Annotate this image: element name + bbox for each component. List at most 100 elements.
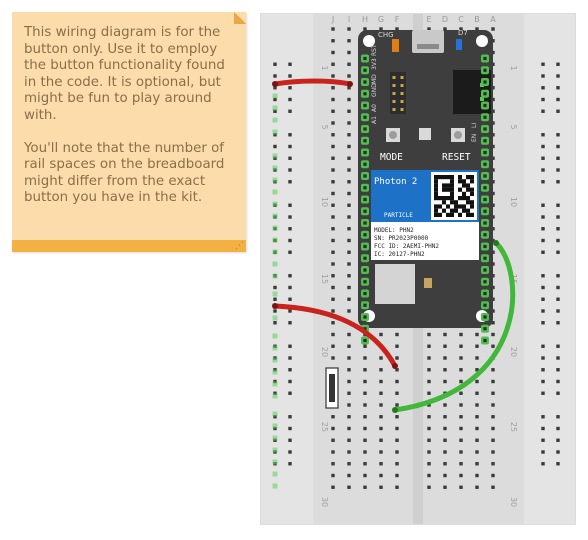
pin-label: A1 xyxy=(371,116,378,124)
rail-hole xyxy=(288,144,292,149)
header-pin-hole xyxy=(483,162,487,166)
rail-hole xyxy=(556,274,560,278)
row-number: 25 xyxy=(320,422,329,432)
breadboard-hole xyxy=(379,391,383,395)
breadboard-hole xyxy=(459,368,463,372)
rail-hole xyxy=(556,321,560,325)
breadboard-hole xyxy=(347,50,351,55)
breadboard-hole xyxy=(347,156,351,160)
mount-hole-top-right xyxy=(476,35,488,47)
qr-module xyxy=(462,204,466,209)
breadboard-hole xyxy=(379,379,383,384)
rail-hole-highlight xyxy=(272,261,278,267)
breadboard-hole xyxy=(331,50,335,55)
rail-hole xyxy=(288,415,292,419)
qr-module xyxy=(462,191,466,196)
breadboard-hole xyxy=(443,403,447,407)
breadboard-hole xyxy=(331,297,335,301)
rail-hole-highlight xyxy=(272,345,278,351)
breadboard-hole xyxy=(331,156,335,160)
rail-hole xyxy=(288,274,292,278)
rail-hole-highlight xyxy=(272,483,278,489)
mode-button-cap[interactable] xyxy=(389,131,397,139)
breadboard-hole xyxy=(379,462,383,466)
breadboard-hole xyxy=(347,238,351,243)
pushbutton-actuator[interactable] xyxy=(329,374,335,402)
breadboard-hole xyxy=(331,215,335,219)
rail-hole-highlight xyxy=(272,105,278,111)
debug-pin xyxy=(392,108,396,111)
header-pin-hole xyxy=(483,150,487,155)
breadboard-hole xyxy=(379,473,383,478)
rail-hole xyxy=(556,344,560,348)
breadboard-hole xyxy=(331,227,335,231)
breadboard-hole xyxy=(331,415,335,419)
breadboard-hole xyxy=(363,450,367,454)
qr-module xyxy=(446,196,450,201)
info-line-fcc: FCC ID: 2AEMI-PHN2 xyxy=(374,243,439,250)
breadboard-hole xyxy=(363,462,367,466)
rail-hole xyxy=(288,250,292,254)
rail-hole xyxy=(541,309,545,313)
breadboard-hole xyxy=(331,121,335,125)
mode-label: MODE xyxy=(380,152,403,163)
breadboard-hole xyxy=(491,27,495,31)
qr-module xyxy=(462,196,466,201)
rail-hole xyxy=(541,426,545,431)
qr-module xyxy=(442,175,446,180)
column-letter-h: H xyxy=(362,15,368,24)
breadboard-hole xyxy=(491,438,495,442)
pin-label: 3V3 xyxy=(371,58,378,70)
rail-hole-highlight xyxy=(272,249,278,255)
debug-pin xyxy=(392,100,396,103)
rail-hole xyxy=(556,62,560,66)
breadboard-hole xyxy=(427,415,431,419)
header-pin-hole xyxy=(483,56,487,61)
breadboard-hole xyxy=(459,426,463,431)
pin-label: RST xyxy=(371,44,378,56)
breadboard-hole xyxy=(363,391,367,395)
qr-module xyxy=(442,187,446,192)
breadboard-hole xyxy=(331,285,335,290)
rail-hole xyxy=(541,203,545,207)
breadboard-hole xyxy=(363,473,367,478)
header-pin-hole xyxy=(483,256,487,260)
breadboard-hole xyxy=(347,344,351,348)
debug-pin xyxy=(400,84,404,87)
breadboard-hole xyxy=(459,462,463,466)
rail-hole-highlight xyxy=(272,225,278,231)
rail-hole xyxy=(556,97,560,102)
header-pin-hole xyxy=(483,291,487,296)
rail-hole xyxy=(541,215,545,219)
qr-module xyxy=(470,187,474,192)
rail-hole xyxy=(541,133,545,137)
rail-hole xyxy=(288,227,292,231)
rail-hole xyxy=(288,203,292,207)
pin-label: MD xyxy=(371,74,378,84)
row-number: 15 xyxy=(320,274,329,284)
rail-hole-highlight xyxy=(272,447,278,453)
qr-module xyxy=(442,196,446,201)
charge-led-label: CHG xyxy=(378,31,394,39)
rail-hole xyxy=(556,368,560,372)
header-pin-hole xyxy=(363,280,367,284)
rail-hole-highlight xyxy=(272,435,278,441)
qr-module xyxy=(434,183,438,188)
breadboard-hole xyxy=(395,438,399,442)
breadboard-hole xyxy=(347,62,351,66)
breadboard-hole xyxy=(459,356,463,360)
header-pin-hole xyxy=(363,256,367,260)
breadboard-hole xyxy=(395,426,399,431)
rail-hole xyxy=(556,285,560,290)
breadboard-hole xyxy=(491,485,495,489)
column-letter-d: D xyxy=(442,15,448,24)
rail-hole xyxy=(541,368,545,372)
breadboard-hole xyxy=(459,473,463,478)
qr-module xyxy=(434,212,438,217)
header-pin-hole xyxy=(483,115,487,119)
breadboard-hole xyxy=(395,473,399,478)
pushbutton[interactable] xyxy=(325,367,339,409)
reset-button-cap[interactable] xyxy=(454,131,462,139)
usb-port-slot xyxy=(417,44,439,49)
breadboard-hole xyxy=(491,450,495,454)
